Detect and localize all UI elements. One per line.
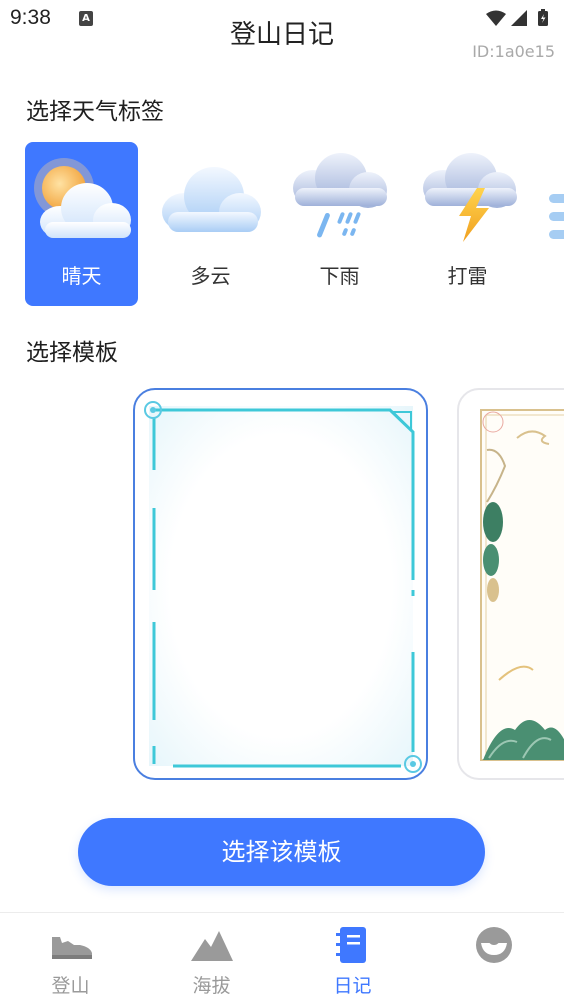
sunny-icon bbox=[25, 150, 138, 246]
weather-tag-list: 晴天 多云 下雨 打雷 bbox=[25, 142, 564, 306]
nav-item-profile[interactable] bbox=[423, 913, 564, 1004]
nav-item-hiking[interactable]: 登山 bbox=[0, 913, 141, 1004]
weather-item-thunder[interactable]: 打雷 bbox=[411, 142, 524, 306]
thunder-icon bbox=[411, 150, 524, 246]
id-label: ID:1a0e15 bbox=[472, 42, 555, 61]
notebook-icon bbox=[282, 925, 423, 965]
nav-item-altitude[interactable]: 海拔 bbox=[141, 913, 282, 1004]
rain-icon bbox=[283, 150, 396, 246]
nav-label-hiking: 登山 bbox=[51, 975, 90, 997]
tech-frame-template[interactable] bbox=[133, 388, 428, 780]
partial-weather-icon bbox=[541, 150, 564, 246]
nav-label-altitude: 海拔 bbox=[192, 975, 231, 997]
select-template-button[interactable]: 选择该模板 bbox=[78, 818, 485, 886]
mountain-icon bbox=[141, 925, 282, 965]
chinese-landscape-template[interactable] bbox=[457, 388, 564, 780]
weather-section-title: 选择天气标签 bbox=[26, 99, 164, 125]
app-screen: 9:38 A 登山日记 ID:1a0e15 选择天气标签 晴天 多云 下雨 打雷… bbox=[0, 0, 564, 1004]
hiking-shoe-icon bbox=[0, 925, 141, 965]
nav-item-diary[interactable]: 日记 bbox=[282, 913, 423, 1004]
weather-label-rain: 下雨 bbox=[319, 264, 360, 288]
weather-label-thunder: 打雷 bbox=[447, 264, 488, 288]
bottom-nav: 登山 海拔 日记 bbox=[0, 912, 564, 1004]
weather-item-rain[interactable]: 下雨 bbox=[283, 142, 396, 306]
template-section-title: 选择模板 bbox=[26, 340, 118, 366]
weather-item-sunny[interactable]: 晴天 bbox=[25, 142, 138, 306]
cloudy-icon bbox=[154, 150, 267, 246]
template-carousel bbox=[0, 385, 564, 785]
profile-icon bbox=[423, 925, 564, 965]
weather-item-cloudy[interactable]: 多云 bbox=[154, 142, 267, 306]
weather-label-sunny: 晴天 bbox=[61, 264, 102, 288]
weather-label-cloudy: 多云 bbox=[190, 264, 231, 288]
nav-label-diary: 日记 bbox=[333, 975, 372, 997]
weather-item-partial[interactable] bbox=[541, 142, 564, 306]
